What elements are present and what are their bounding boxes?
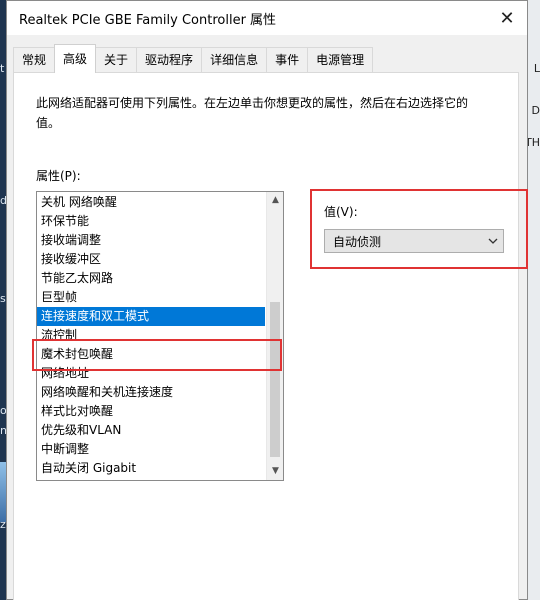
- list-item[interactable]: 节能乙太网路: [37, 269, 265, 288]
- scroll-down-button[interactable]: ▼: [267, 463, 283, 480]
- close-button[interactable]: ✕: [487, 1, 527, 35]
- tab-driver[interactable]: 驱动程序: [136, 47, 203, 73]
- background-text-fragment: D: [531, 104, 540, 117]
- list-item[interactable]: 接收端调整: [37, 231, 265, 250]
- list-item-selected[interactable]: 连接速度和双工模式: [37, 307, 265, 326]
- list-item[interactable]: 魔术封包唤醒: [37, 345, 265, 364]
- value-dropdown[interactable]: 自动侦测: [324, 229, 504, 253]
- tab-general[interactable]: 常规: [13, 47, 56, 73]
- dialog-body: 常规 高级 关于 驱动程序 详细信息 事件 电源管理 此网络适配器可使用下列属性…: [7, 35, 528, 600]
- chevron-up-icon: ▲: [272, 195, 279, 205]
- tab-details[interactable]: 详细信息: [201, 47, 268, 73]
- background-window-right: L D TH: [525, 0, 540, 600]
- scroll-up-button[interactable]: ▲: [267, 192, 283, 209]
- property-label: 属性(P):: [36, 169, 81, 183]
- list-item[interactable]: 网络唤醒和关机连接速度: [37, 383, 265, 402]
- list-item[interactable]: 流控制: [37, 326, 265, 345]
- tab-events[interactable]: 事件: [266, 47, 309, 73]
- value-label: 值(V):: [324, 205, 358, 219]
- list-item[interactable]: 环保节能: [37, 212, 265, 231]
- list-item[interactable]: 自动关闭 Gigabit: [37, 459, 265, 478]
- property-list: 关机 网络唤醒 环保节能 接收端调整 接收缓冲区 节能乙太网路 巨型帧 连接速度和双工模式流…: [37, 193, 265, 478]
- list-item[interactable]: 中断调整: [37, 440, 265, 459]
- background-text-fragment: L: [533, 62, 540, 75]
- tab-about[interactable]: 关于: [95, 47, 138, 73]
- title-bar[interactable]: Realtek PCIe GBE Family Controller 属性 ✕: [7, 1, 527, 35]
- value-dropdown-text: 自动侦测: [333, 234, 382, 249]
- list-item[interactable]: 网络地址: [37, 364, 265, 383]
- scrollbar[interactable]: ▲ ▼: [266, 192, 283, 480]
- panel-description: 此网络适配器可使用下列属性。在左边单击你想更改的属性，然后在右边选择它的值。: [36, 96, 469, 130]
- chevron-down-icon: [483, 236, 503, 247]
- list-item[interactable]: 巨型帧: [37, 288, 265, 307]
- tab-advanced[interactable]: 高级: [54, 44, 97, 73]
- close-icon: ✕: [499, 7, 515, 29]
- tab-power-management[interactable]: 电源管理: [307, 47, 374, 73]
- list-item[interactable]: 优先级和VLAN: [37, 421, 265, 440]
- advanced-panel: 此网络适配器可使用下列属性。在左边单击你想更改的属性，然后在右边选择它的值。 属…: [13, 72, 528, 600]
- scroll-thumb[interactable]: [270, 302, 280, 457]
- window-title: Realtek PCIe GBE Family Controller 属性: [19, 12, 277, 28]
- tab-strip: 常规 高级 关于 驱动程序 详细信息 事件 电源管理: [13, 44, 374, 73]
- chevron-down-icon: ▼: [272, 466, 279, 476]
- property-listbox[interactable]: 关机 网络唤醒 环保节能 接收端调整 接收缓冲区 节能乙太网路 巨型帧 连接速度和双工模式流…: [36, 191, 284, 481]
- list-item[interactable]: 关机 网络唤醒: [37, 193, 265, 212]
- list-item[interactable]: 样式比对唤醒: [37, 402, 265, 421]
- list-item[interactable]: 接收缓冲区: [37, 250, 265, 269]
- properties-dialog: Realtek PCIe GBE Family Controller 属性 ✕ …: [6, 0, 528, 600]
